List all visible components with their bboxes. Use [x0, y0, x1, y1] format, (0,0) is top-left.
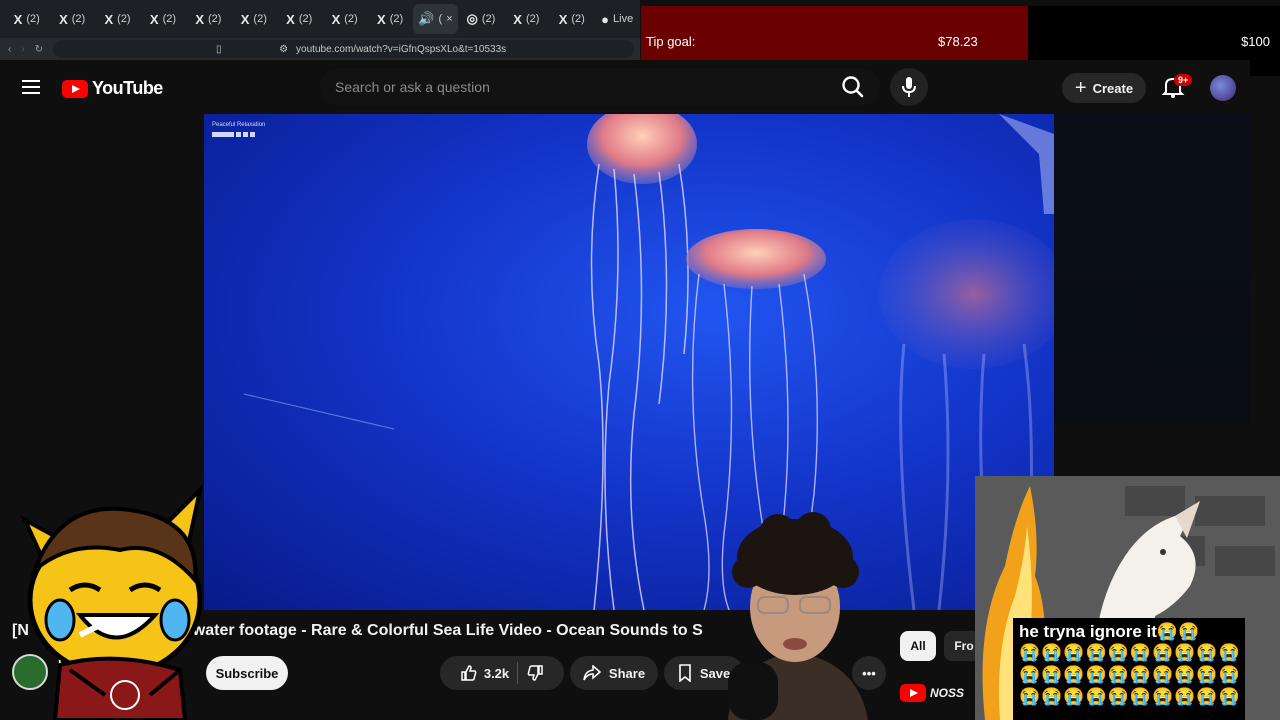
search-input[interactable]: Search or ask a question: [320, 68, 880, 106]
bookmark-icon[interactable]: ▯: [216, 44, 222, 55]
crying-emoji-row: 😭😭😭😭😭😭😭😭😭😭: [1019, 687, 1239, 706]
crying-emoji-row: 😭😭😭😭😭😭😭😭😭😭: [1019, 643, 1239, 662]
menu-icon[interactable]: [22, 80, 40, 94]
like-button[interactable]: 3.2k: [460, 664, 509, 682]
related-channel[interactable]: NOSS: [900, 684, 964, 702]
browser-tab-strip: X (2) X (2) X (2) X (2) X (2) X (2) X (2) X (2) X (2) 🔊(× ◎…: [0, 0, 640, 38]
browser-tab[interactable]: X (2): [49, 4, 94, 34]
browser-tab[interactable]: X (2): [4, 4, 49, 34]
youtube-play-icon: [900, 684, 926, 702]
side-dark-panel: [1054, 114, 1250, 424]
browser-tab-label: (2): [71, 13, 86, 25]
crying-emoji-row: 😭😭😭😭😭😭😭😭😭😭: [1019, 665, 1239, 684]
youtube-logo[interactable]: YouTube: [62, 78, 163, 99]
streamer-webcam: [728, 512, 868, 720]
browser-tab-label: (2): [26, 13, 40, 25]
microphone-button[interactable]: [890, 68, 928, 106]
thumbs-down-icon[interactable]: [526, 664, 544, 682]
jellyfish-scene: [243, 114, 1054, 610]
browser-tab-label: Live: [613, 13, 634, 25]
x-icon: X: [13, 11, 23, 27]
browser-tab[interactable]: ● Live: [594, 4, 639, 34]
globe-icon: ◎: [466, 11, 478, 26]
x-icon: X: [149, 11, 159, 27]
related-channel-name: NOSS: [930, 686, 965, 700]
browser-tab[interactable]: X (2): [95, 4, 140, 34]
speaker-icon: 🔊: [418, 11, 435, 26]
browser-tab-label: (2): [344, 13, 358, 25]
browser-tab-label: (2): [481, 13, 496, 25]
url-text: youtube.com/watch?v=iGfnQspsXLo&t=10533s: [296, 43, 507, 55]
youtube-header: YouTube Search or ask a question + Creat…: [0, 60, 1250, 114]
browser-address-bar: ‹ › ↻ ▯ ⚙ youtube.com/watch?v=iGfnQspsXL…: [0, 38, 640, 60]
browser-tab-label: (2): [208, 13, 222, 25]
browser-tab[interactable]: X (2): [504, 4, 549, 34]
notification-badge: 9+: [1174, 74, 1193, 86]
plus-icon: +: [1074, 76, 1087, 99]
search-icon[interactable]: [838, 72, 868, 102]
x-icon: X: [59, 11, 68, 27]
share-label: Share: [608, 665, 646, 681]
share-icon: [583, 665, 601, 681]
browser-tab[interactable]: X (2): [140, 4, 185, 34]
x-icon: X: [286, 11, 295, 27]
browser-tab-label: (2): [389, 13, 404, 25]
youtube-logo-text: YouTube: [92, 78, 163, 98]
thumbs-up-icon: [461, 665, 477, 681]
browser-tab[interactable]: X (2): [367, 4, 412, 34]
x-icon: X: [377, 11, 386, 27]
like-count: 3.2k: [483, 665, 510, 681]
video-player[interactable]: Peaceful Relaxation: [204, 114, 1054, 610]
search-placeholder: Search or ask a question: [335, 79, 490, 95]
x-icon: X: [331, 11, 341, 27]
dot-icon: ●: [601, 11, 610, 27]
reload-icon[interactable]: ↻: [35, 44, 43, 55]
youtube-play-icon: [62, 79, 88, 98]
like-dislike-group: 3.2k: [440, 656, 564, 690]
back-icon[interactable]: ‹: [8, 44, 11, 55]
chip-all[interactable]: All: [900, 631, 936, 661]
create-button[interactable]: + Create: [1062, 73, 1146, 103]
browser-tab-label: (2): [253, 13, 267, 25]
browser-tab[interactable]: X (2): [549, 4, 594, 34]
browser-tab[interactable]: X (2): [231, 4, 276, 34]
account-avatar[interactable]: [1210, 75, 1236, 101]
close-tab-icon[interactable]: ×: [446, 13, 452, 25]
x-icon: X: [513, 11, 522, 27]
browser-tab-label: (2): [162, 13, 177, 25]
forward-icon[interactable]: ›: [21, 44, 24, 55]
divider: [517, 662, 519, 684]
meme-caption: he tryna ignore it😭😭 😭😭😭😭😭😭😭😭😭😭 😭😭😭😭😭😭😭😭…: [1013, 618, 1245, 720]
x-icon: X: [104, 11, 114, 27]
browser-tab-label: (2): [571, 13, 585, 25]
meme-caption-text: he tryna ignore it😭😭: [1019, 622, 1200, 641]
browser-tab[interactable]: X (2): [322, 4, 367, 34]
share-button[interactable]: Share: [570, 656, 658, 690]
cartoon-cat-avatar: [20, 483, 204, 720]
browser-tab-label: (2): [525, 13, 540, 25]
url-field[interactable]: ▯ ⚙ youtube.com/watch?v=iGfnQspsXLo&t=10…: [53, 40, 634, 58]
browser-tab[interactable]: ◎ (2): [458, 4, 503, 34]
browser-tab[interactable]: X (2): [186, 4, 231, 34]
microphone-icon: [902, 77, 916, 97]
browser-tab[interactable]: X (2): [277, 4, 322, 34]
site-info-icon[interactable]: ⚙: [279, 44, 288, 55]
browser-tab-label: (2): [298, 13, 313, 25]
x-icon: X: [240, 11, 250, 27]
browser-tab[interactable]: 🔊(×: [412, 4, 459, 34]
create-label: Create: [1092, 80, 1134, 96]
bookmark-save-icon: [679, 664, 691, 682]
browser-tab-label: (: [438, 13, 443, 25]
x-icon: X: [558, 11, 568, 27]
x-icon: X: [195, 11, 204, 27]
browser-tab-label: (2): [117, 13, 131, 25]
